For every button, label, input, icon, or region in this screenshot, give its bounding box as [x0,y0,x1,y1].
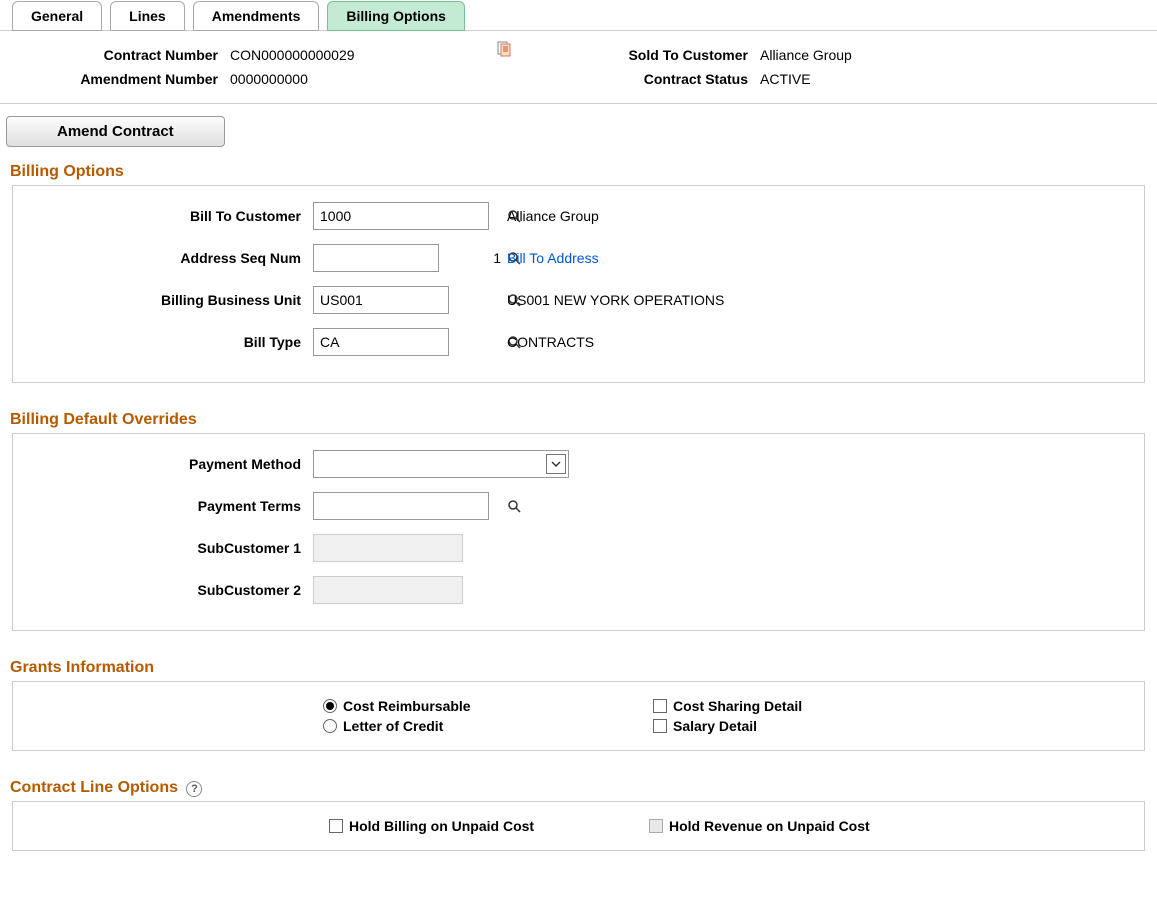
address-seq-label: Address Seq Num [23,250,313,266]
chevron-down-icon [546,454,566,474]
hold-revenue-label: Hold Revenue on Unpaid Cost [669,818,870,834]
hold-billing-checkbox[interactable] [329,819,343,833]
subcustomer1-input [313,534,463,562]
bill-type-input[interactable] [314,329,507,355]
billing-bu-label: Billing Business Unit [23,292,313,308]
bill-to-customer-input[interactable] [314,203,507,229]
billing-bu-field[interactable] [313,286,449,314]
cost-sharing-checkbox[interactable] [653,699,667,713]
bill-to-customer-desc: Alliance Group [507,208,599,224]
help-icon[interactable]: ? [186,781,202,797]
bill-to-address-link[interactable]: Bill To Address [507,250,599,266]
tab-billing-options[interactable]: Billing Options [327,1,465,31]
salary-detail-checkbox[interactable] [653,719,667,733]
payment-method-label: Payment Method [23,456,313,472]
bill-type-desc: CONTRACTS [507,334,594,350]
subcustomer1-label: SubCustomer 1 [23,540,313,556]
salary-detail-label: Salary Detail [673,718,757,734]
payment-method-select[interactable] [313,450,569,478]
hold-revenue-checkbox [649,819,663,833]
payment-terms-input[interactable] [314,493,507,519]
cost-reimbursable-radio[interactable] [323,699,337,713]
sold-to-customer-label: Sold To Customer [500,47,760,63]
tab-general[interactable]: General [12,1,102,31]
billing-defaults-title: Billing Default Overrides [0,407,1157,433]
document-icon[interactable] [496,41,512,57]
tab-amendments[interactable]: Amendments [193,1,320,31]
contract-status-label: Contract Status [500,71,760,87]
bill-type-label: Bill Type [23,334,313,350]
bill-to-customer-label: Bill To Customer [23,208,313,224]
letter-of-credit-label: Letter of Credit [343,718,443,734]
bill-to-customer-field[interactable] [313,202,489,230]
search-icon[interactable] [507,499,521,513]
billing-bu-input[interactable] [314,287,507,313]
billing-bu-desc: US001 NEW YORK OPERATIONS [507,292,724,308]
tab-bar: General Lines Amendments Billing Options [0,0,1157,31]
billing-options-title: Billing Options [0,159,1157,185]
sold-to-customer-value: Alliance Group [760,47,852,63]
subcustomer2-label: SubCustomer 2 [23,582,313,598]
contract-number-label: Contract Number [20,47,230,63]
amend-contract-button[interactable]: Amend Contract [6,116,225,147]
contract-status-value: ACTIVE [760,71,811,87]
letter-of-credit-radio[interactable] [323,719,337,733]
grants-title: Grants Information [0,655,1157,681]
address-seq-field[interactable] [313,244,439,272]
header-info: Contract Number CON000000000029 Sold To … [0,31,1157,103]
contract-number-value: CON000000000029 [230,47,355,63]
amendment-number-label: Amendment Number [20,71,230,87]
payment-terms-label: Payment Terms [23,498,313,514]
address-seq-input[interactable] [314,245,507,271]
billing-options-section: Bill To Customer Alliance Group Address … [12,185,1145,383]
bill-type-field[interactable] [313,328,449,356]
contract-line-title: Contract Line Options ? [0,775,1157,801]
billing-defaults-section: Payment Method Payment Terms SubCustomer… [12,433,1145,631]
grants-section: Cost Reimbursable Cost Sharing Detail Le… [12,681,1145,751]
cost-sharing-label: Cost Sharing Detail [673,698,802,714]
amendment-number-value: 0000000000 [230,71,308,87]
subcustomer2-input [313,576,463,604]
hold-billing-label: Hold Billing on Unpaid Cost [349,818,534,834]
contract-line-section: Hold Billing on Unpaid Cost Hold Revenue… [12,801,1145,851]
tab-lines[interactable]: Lines [110,1,185,31]
cost-reimbursable-label: Cost Reimbursable [343,698,471,714]
payment-terms-field[interactable] [313,492,489,520]
